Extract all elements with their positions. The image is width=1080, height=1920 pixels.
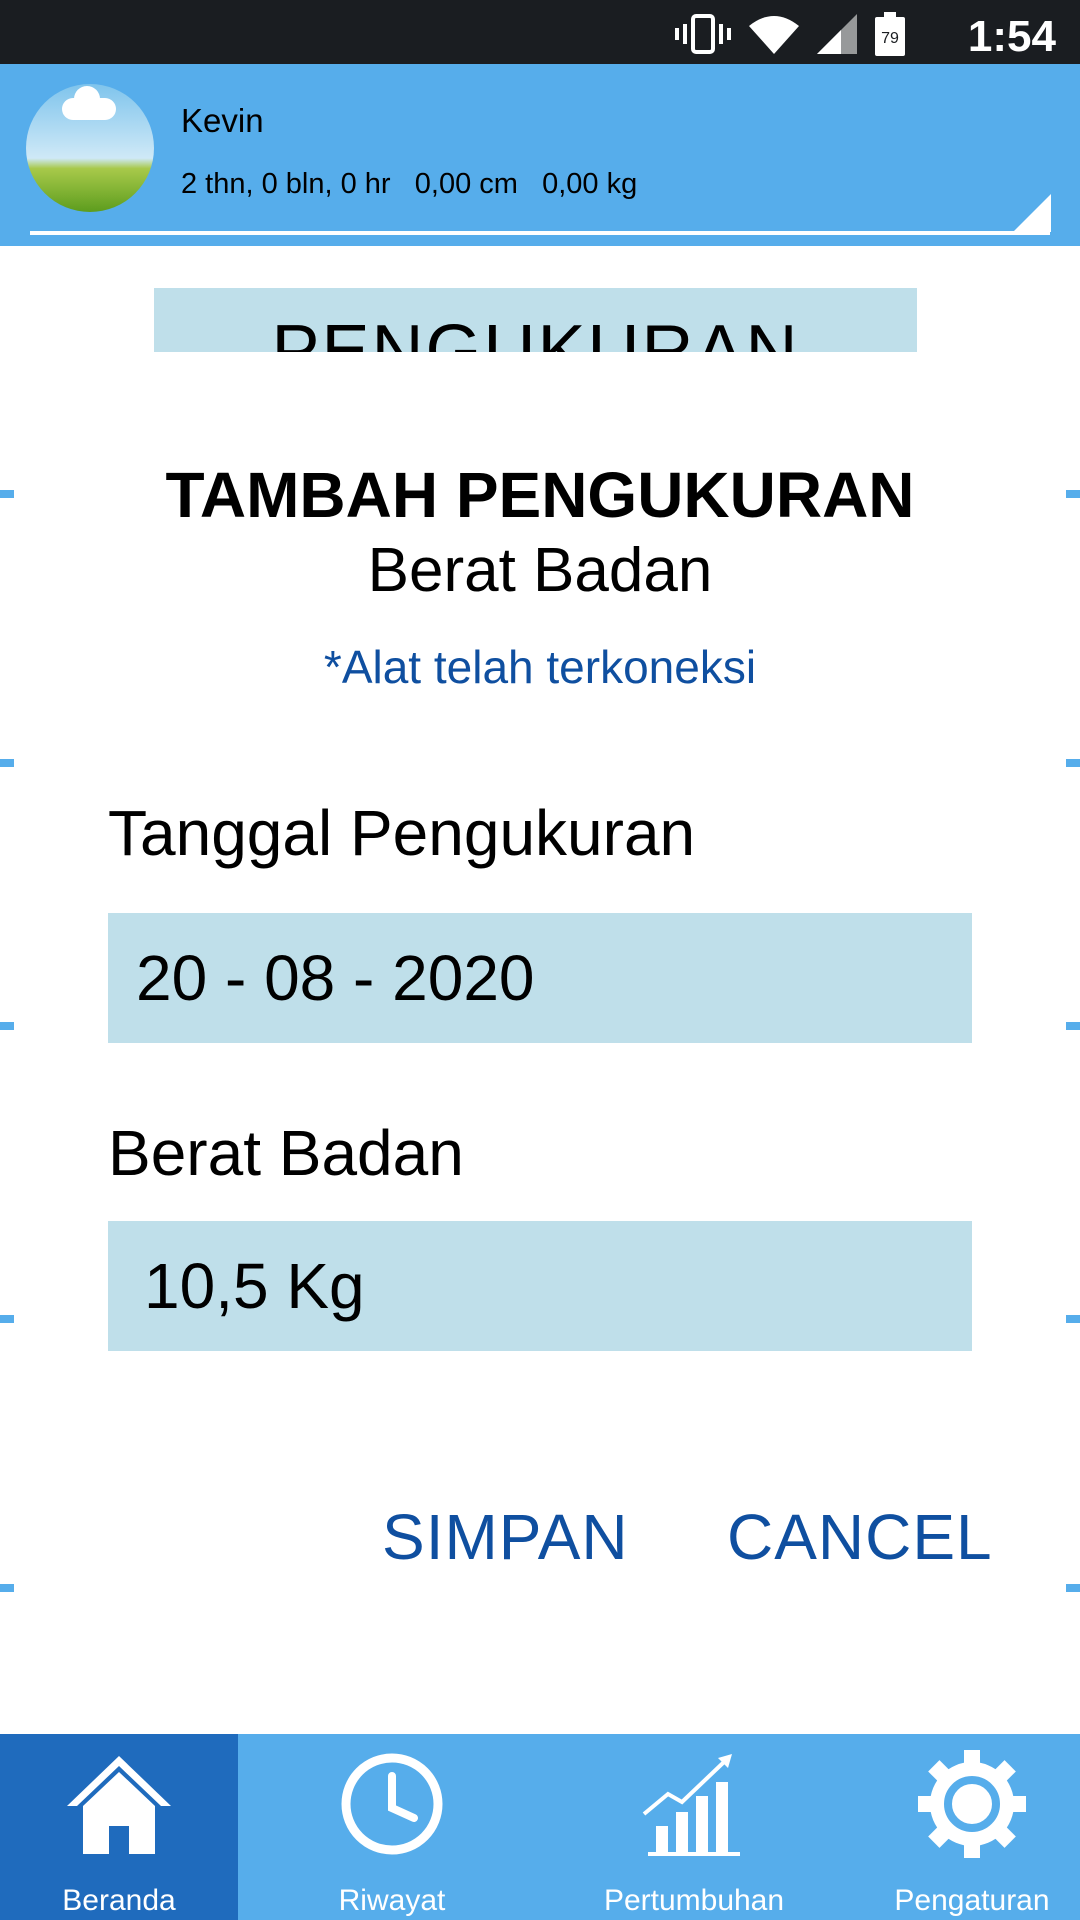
edge-tick [1066,1315,1080,1323]
home-icon [67,1756,171,1854]
edge-tick [1066,1584,1080,1592]
edge-tick [0,759,14,767]
growth-chart-icon [642,1754,740,1856]
date-label: Tanggal Pengukuran [108,797,696,869]
edge-tick [0,1584,14,1592]
child-name: Kevin [181,102,264,139]
nav-label-beranda: Beranda [62,1884,176,1917]
dropdown-corner-icon[interactable] [1013,194,1051,232]
battery-icon: 79 [875,12,905,56]
edge-tick [0,1315,14,1323]
nav-item-pengaturan[interactable]: Pengaturan [870,1734,1074,1920]
child-age: 2 thn, 0 bln, 0 hr [181,168,391,200]
signal-icon [817,14,857,54]
weight-field[interactable]: 10,5 Kg [108,1221,972,1351]
dialog-subtitle: Berat Badan [367,536,713,605]
nav-item-riwayat[interactable]: Riwayat [270,1734,514,1920]
status-time: 1:54 [967,12,1056,61]
child-stats: 2 thn, 0 bln, 0 hr 0,00 cm 0,00 kg [181,168,637,201]
status-bar: 79 1:54 [0,0,1080,64]
weight-value: 10,5 Kg [144,1250,365,1322]
nav-label-pengaturan: Pengaturan [894,1884,1050,1917]
status-icons: 79 [675,12,905,56]
profile-header[interactable]: Kevin 2 thn, 0 bln, 0 hr 0,00 cm 0,00 kg [0,64,1080,246]
device-connected-note: *Alat telah terkoneksi [323,641,757,693]
nav-item-beranda[interactable]: Beranda [0,1734,238,1920]
header-divider [30,231,1050,235]
avatar[interactable] [26,84,154,212]
clock-icon [341,1753,443,1855]
wifi-icon [749,16,799,54]
measurement-card-title: PENGUKURAN [154,288,917,353]
vibrate-icon [675,14,731,54]
edge-tick [1066,759,1080,767]
weight-label: Berat Badan [108,1117,464,1189]
dialog-title: TAMBAH PENGUKURAN [165,459,915,531]
nav-label-pertumbuhan: Pertumbuhan [603,1884,785,1917]
bottom-nav: Beranda Riwayat Pertumbuhan Pengaturan [0,1734,1080,1920]
cancel-button[interactable]: CANCEL [727,1500,993,1574]
battery-level: 79 [881,30,899,47]
child-weight: 0,00 kg [542,168,638,200]
nav-label-riwayat: Riwayat [338,1884,446,1917]
save-button[interactable]: SIMPAN [382,1500,629,1574]
cloud-image [62,86,116,120]
gear-icon [918,1750,1026,1858]
child-height: 0,00 cm [414,168,518,200]
nav-item-pertumbuhan[interactable]: Pertumbuhan [580,1734,808,1920]
date-value: 20 - 08 - 2020 [136,942,535,1014]
edge-tick [0,1022,14,1030]
edge-tick [1066,1022,1080,1030]
date-field[interactable]: 20 - 08 - 2020 [108,913,972,1043]
